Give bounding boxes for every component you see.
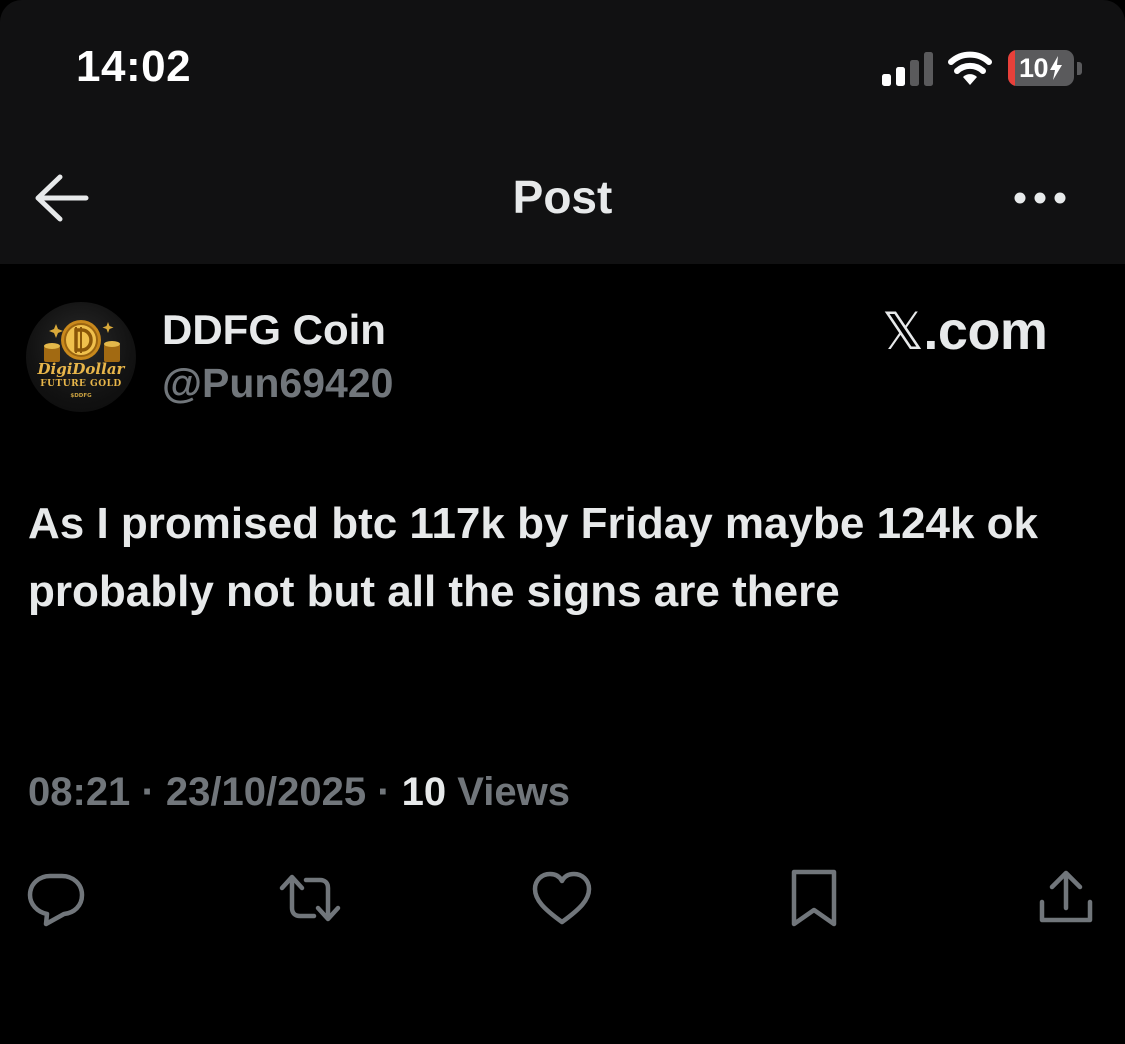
bookmark-icon — [791, 869, 837, 927]
post-metadata: 08:21 · 23/10/2025 · 10 Views — [28, 770, 570, 815]
share-icon — [1039, 870, 1093, 923]
like-button[interactable] — [530, 868, 594, 928]
screen: 14:02 10 Post DigiDollar FUTURE GOLD $DD… — [0, 0, 1125, 1044]
bookmark-button[interactable] — [782, 868, 846, 928]
author-handle[interactable]: @Pun69420 — [162, 360, 393, 407]
meta-separator: · — [377, 770, 391, 814]
avatar-logo-title: DigiDollar — [37, 360, 126, 378]
x-logo-icon: 𝕏 — [882, 302, 924, 362]
page-title: Post — [512, 171, 613, 223]
author-name[interactable]: DDFG Coin — [162, 306, 386, 354]
nav-bar: Post — [0, 140, 1125, 264]
battery-icon: 10 — [1008, 50, 1084, 88]
post-time[interactable]: 08:21 — [28, 770, 130, 814]
wifi-icon — [948, 51, 992, 85]
digidollar-logo-icon: DigiDollar FUTURE GOLD $DDFG — [37, 320, 126, 399]
heart-icon — [532, 871, 592, 925]
battery-level: 10 — [1008, 50, 1074, 86]
avatar[interactable]: DigiDollar FUTURE GOLD $DDFG — [26, 302, 136, 412]
repost-button[interactable] — [276, 868, 341, 928]
reply-button[interactable] — [24, 868, 88, 928]
post-text: As I promised btc 117k by Friday maybe 1… — [28, 499, 1039, 616]
reply-icon — [27, 873, 85, 927]
share-button[interactable] — [1034, 868, 1098, 928]
battery-cap — [1077, 62, 1082, 75]
x-watermark: 𝕏.com — [882, 300, 1048, 362]
battery-percent-text: 10 — [1018, 53, 1049, 83]
views-label[interactable]: Views — [457, 770, 570, 814]
avatar-logo-subtitle: FUTURE GOLD — [40, 379, 121, 389]
post-date[interactable]: 23/10/2025 — [166, 770, 366, 814]
avatar-logo-ticker: $DDFG — [70, 393, 92, 399]
status-bar: 14:02 10 — [0, 0, 1125, 140]
more-options-button[interactable] — [1006, 176, 1074, 220]
more-horizontal-icon — [1014, 192, 1066, 204]
status-time: 14:02 — [76, 42, 192, 91]
charging-bolt-icon — [1050, 56, 1063, 80]
battery-body: 10 — [1008, 50, 1074, 86]
meta-separator: · — [141, 770, 155, 814]
watermark-domain: .com — [923, 301, 1048, 361]
repost-icon — [279, 874, 341, 922]
signal-icon — [882, 52, 933, 86]
views-count[interactable]: 10 — [402, 770, 447, 814]
